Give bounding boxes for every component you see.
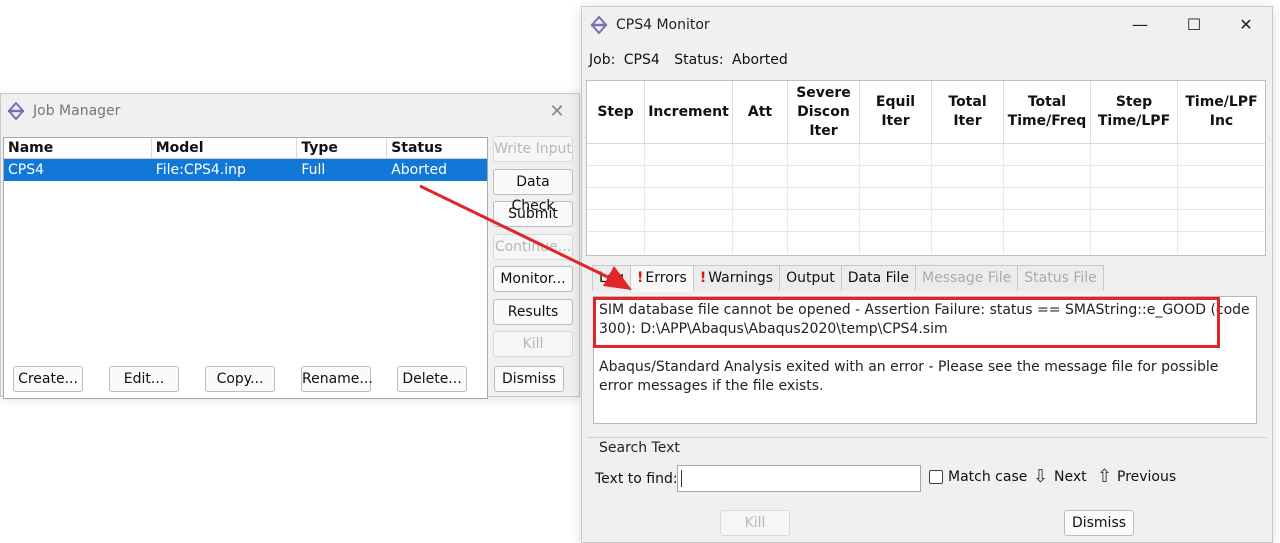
tab-warnings-label: Warnings: [708, 270, 774, 286]
tab-status-file[interactable]: Status File: [1017, 265, 1104, 291]
error-message-2: Abaqus/Standard Analysis exited with an …: [599, 359, 1219, 394]
previous-button[interactable]: Previous: [1117, 469, 1176, 485]
progress-table-header: Step Increment Att Severe Discon Iter Eq…: [587, 81, 1265, 144]
tab-errors-label: Errors: [645, 270, 687, 286]
monitor-window: CPS4 Monitor — ☐ ✕ Job: CPS4 Status: Abo…: [581, 6, 1273, 543]
match-case-checkbox[interactable]: [929, 470, 943, 484]
tab-data-file-label: Data File: [847, 270, 910, 286]
job-model-cell: File:CPS4.inp: [155, 162, 246, 178]
column-header-status[interactable]: Status: [387, 138, 487, 158]
create-button[interactable]: Create...: [13, 366, 83, 392]
text-cursor: [681, 470, 682, 487]
job-actions: Write Input Data Check Submit Continue..…: [493, 136, 573, 364]
monitor-title: CPS4 Monitor: [616, 17, 710, 33]
tab-message-file[interactable]: Message File: [915, 265, 1019, 291]
search-input[interactable]: [677, 465, 921, 492]
job-name-cell: CPS4: [8, 162, 45, 178]
tab-output[interactable]: Output: [779, 265, 842, 291]
column-header-total-time-freq: Total Time/Freq: [1004, 81, 1091, 143]
delete-button[interactable]: Delete...: [397, 366, 467, 392]
column-header-type[interactable]: Type: [297, 138, 388, 158]
column-header-total-iter: Total Iter: [932, 81, 1004, 143]
column-header-increment: Increment: [645, 81, 733, 143]
tab-log-label: Log: [599, 270, 625, 286]
dismiss-button[interactable]: Dismiss: [494, 366, 564, 392]
job-label: Job:: [589, 52, 616, 68]
warning-mark-icon: !: [699, 270, 707, 286]
table-row: [587, 232, 1265, 254]
tab-status-file-label: Status File: [1024, 270, 1097, 286]
tab-message-file-label: Message File: [922, 270, 1012, 286]
job-list-table: Name Model Type Status CPS4 File:CPS4.in…: [3, 137, 488, 399]
table-row: [587, 210, 1265, 232]
results-button[interactable]: Results: [493, 298, 573, 325]
write-input-button[interactable]: Write Input: [493, 136, 573, 162]
job-list-header: Name Model Type Status: [4, 138, 487, 159]
close-icon[interactable]: ✕: [1236, 15, 1256, 34]
copy-button[interactable]: Copy...: [205, 366, 275, 392]
status-value: Aborted: [732, 52, 788, 68]
monitor-tabs: Log ! Errors ! Warnings Output Data File M…: [592, 265, 1104, 292]
column-header-model[interactable]: Model: [152, 138, 298, 158]
column-header-severe-discon-iter: Severe Discon Iter: [788, 81, 860, 143]
monitor-titlebar[interactable]: CPS4 Monitor — ☐ ✕: [582, 7, 1272, 43]
tab-output-label: Output: [786, 270, 835, 286]
rename-button[interactable]: Rename...: [301, 366, 373, 392]
column-header-time-lpf-inc: Time/LPF Inc: [1185, 94, 1258, 129]
abaqus-app-icon: [7, 102, 25, 120]
highlight-box: [593, 297, 1220, 348]
tab-errors[interactable]: ! Errors: [630, 265, 694, 292]
job-value: CPS4: [623, 52, 660, 68]
continue-button[interactable]: Continue...: [493, 233, 573, 260]
error-mark-icon: !: [637, 270, 644, 286]
dismiss-button[interactable]: Dismiss: [1064, 510, 1134, 536]
abaqus-app-icon: [590, 16, 608, 34]
kill-button[interactable]: Kill: [720, 510, 790, 536]
text-to-find-label: Text to find:: [595, 471, 678, 487]
column-header-equil-iter: Equil Iter: [860, 81, 932, 143]
submit-button[interactable]: Submit: [493, 201, 573, 227]
search-text-group: Search Text Text to find: Match case ⇩ N…: [587, 437, 1267, 497]
job-type-cell: Full Analysis: [301, 162, 360, 196]
match-case-label[interactable]: Match case: [948, 469, 1027, 485]
job-status-cell: Aborted: [391, 162, 447, 178]
monitor-button[interactable]: Monitor...: [493, 266, 573, 292]
job-manager-title: Job Manager: [33, 103, 121, 119]
arrow-up-icon[interactable]: ⇧: [1097, 466, 1112, 487]
search-text-label: Search Text: [599, 440, 680, 456]
close-icon[interactable]: ✕: [547, 101, 567, 122]
kill-button[interactable]: Kill: [493, 331, 573, 357]
table-row: [587, 166, 1265, 188]
tab-log[interactable]: Log: [592, 265, 632, 291]
tab-data-file[interactable]: Data File: [840, 265, 917, 291]
progress-table: Step Increment Att Severe Discon Iter Eq…: [586, 80, 1266, 256]
edit-button[interactable]: Edit...: [109, 366, 179, 392]
status-label: Status:: [674, 52, 724, 68]
column-header-name[interactable]: Name: [4, 138, 152, 158]
column-header-step-time-lpf: Step Time/LPF: [1091, 81, 1178, 143]
table-row: [587, 144, 1265, 166]
maximize-icon[interactable]: ☐: [1184, 15, 1204, 34]
job-manager-window: Job Manager ✕ Name Model Type Status CPS…: [0, 93, 580, 399]
job-status-line: Job: CPS4 Status: Aborted: [589, 52, 792, 68]
table-row[interactable]: CPS4 File:CPS4.inp Full Analysis Aborted: [4, 159, 487, 196]
column-header-att: Att: [733, 81, 788, 143]
tab-warnings[interactable]: ! Warnings: [692, 265, 781, 291]
next-button[interactable]: Next: [1054, 469, 1087, 485]
minimize-icon[interactable]: —: [1130, 15, 1150, 34]
data-check-button[interactable]: Data Check: [493, 168, 573, 214]
column-header-step: Step: [587, 81, 645, 143]
progress-table-body: [587, 144, 1265, 255]
arrow-down-icon[interactable]: ⇩: [1033, 466, 1048, 487]
table-row: [587, 188, 1265, 210]
job-manager-titlebar[interactable]: Job Manager ✕: [1, 94, 579, 128]
